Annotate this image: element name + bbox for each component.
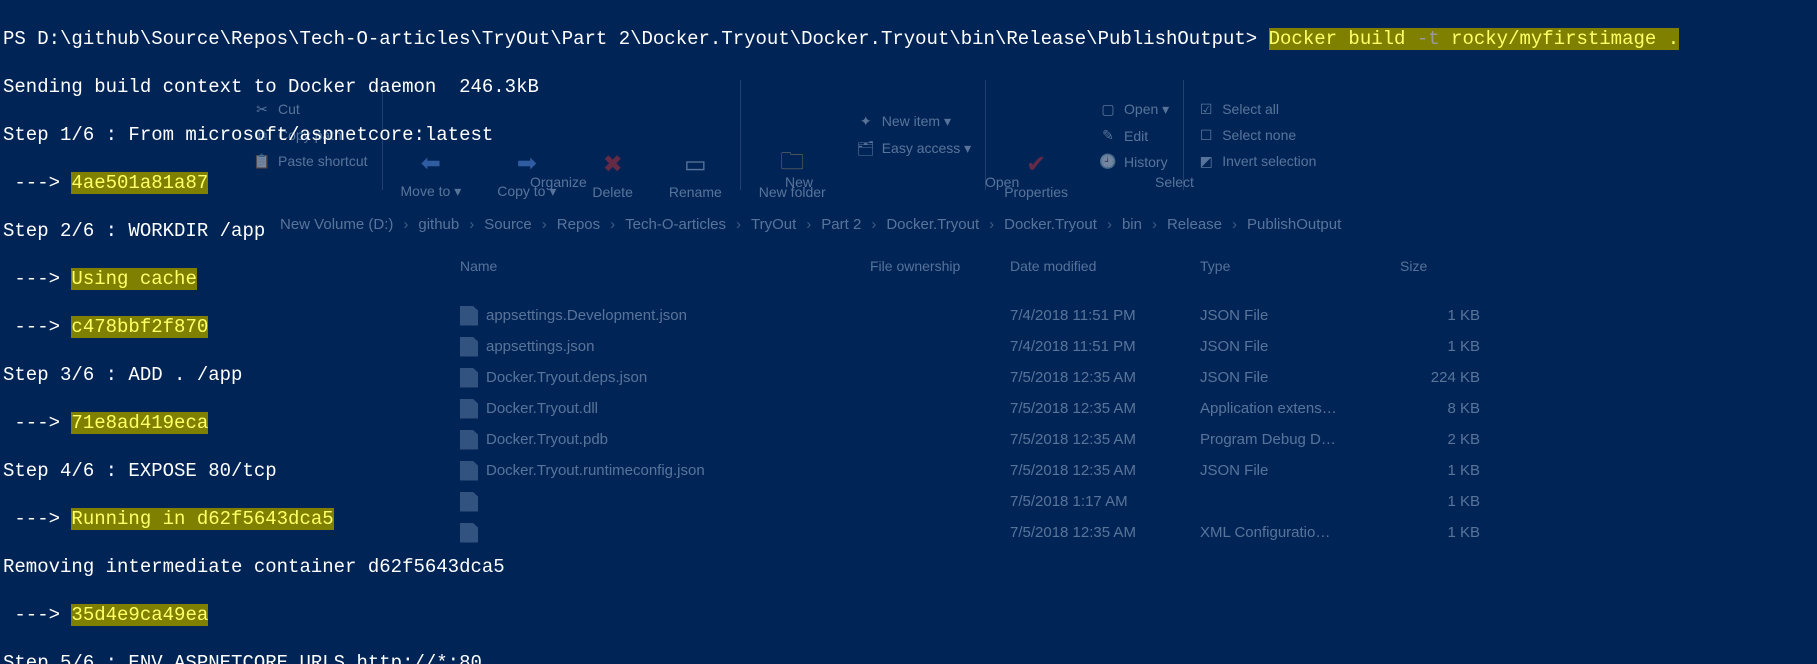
powershell-console[interactable]: PS D:\github\Source\Repos\Tech-O-article… (0, 0, 1817, 664)
layer-hash-2: c478bbf2f870 (71, 316, 208, 338)
console-output-line: ---> 71e8ad419eca (3, 411, 1817, 435)
console-output-line: Step 2/6 : WORKDIR /app (3, 219, 1817, 243)
console-output-line: Step 1/6 : From microsoft/aspnetcore:lat… (3, 123, 1817, 147)
console-output-line: Step 3/6 : ADD . /app (3, 363, 1817, 387)
console-output-line: ---> 35d4e9ca49ea (3, 603, 1817, 627)
console-output-line: ---> Using cache (3, 267, 1817, 291)
prompt-line-1: PS D:\github\Source\Repos\Tech-O-article… (3, 27, 1817, 51)
console-output-line: Step 4/6 : EXPOSE 80/tcp (3, 459, 1817, 483)
using-cache: Using cache (71, 268, 196, 290)
console-output-line: Sending build context to Docker daemon 2… (3, 75, 1817, 99)
layer-hash-1: 4ae501a81a87 (71, 172, 208, 194)
console-output-line: ---> Running in d62f5643dca5 (3, 507, 1817, 531)
layer-hash-4: 35d4e9ca49ea (71, 604, 208, 626)
layer-hash-3: 71e8ad419eca (71, 412, 208, 434)
console-output-line: ---> 4ae501a81a87 (3, 171, 1817, 195)
console-output-line: ---> c478bbf2f870 (3, 315, 1817, 339)
console-output-line: Removing intermediate container d62f5643… (3, 555, 1817, 579)
running-in-1: Running in d62f5643dca5 (71, 508, 333, 530)
docker-build-cmd: Docker build -t rocky/myfirstimage . (1269, 28, 1680, 50)
console-output-line: Step 5/6 : ENV ASPNETCORE_URLS http://*:… (3, 651, 1817, 664)
